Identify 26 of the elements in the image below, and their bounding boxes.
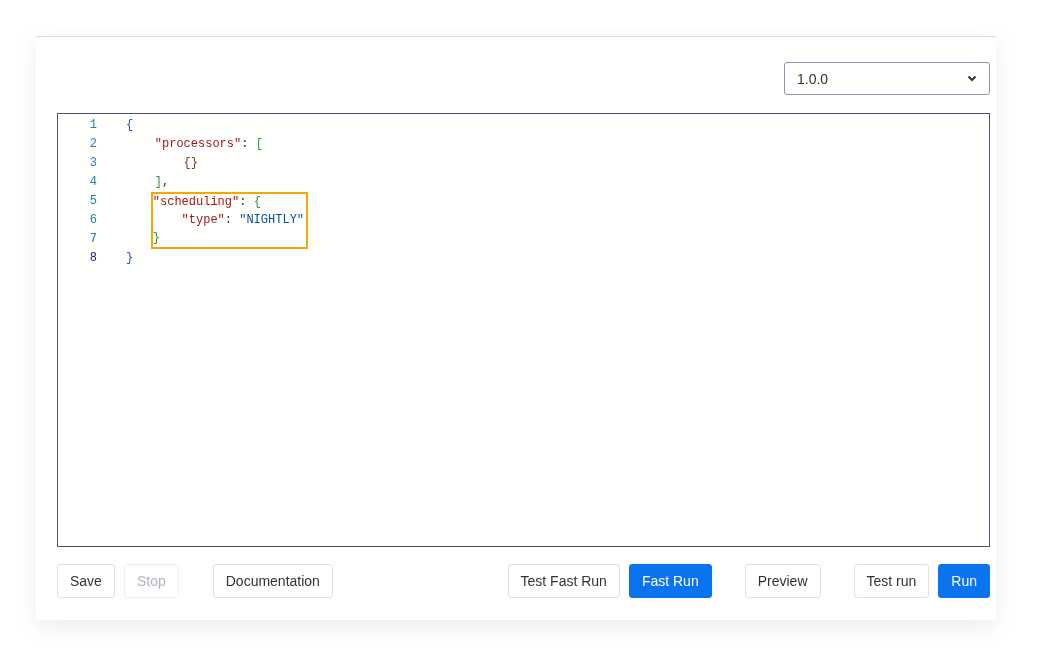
version-select[interactable]: 1.0.0 bbox=[784, 62, 990, 95]
action-button[interactable]: Save bbox=[57, 564, 115, 598]
code-line: } bbox=[150, 230, 308, 249]
chevron-down-icon bbox=[967, 75, 977, 82]
line-number: 5 bbox=[88, 193, 97, 210]
action-button[interactable]: Test run bbox=[853, 564, 930, 598]
action-button[interactable]: Preview bbox=[744, 564, 821, 598]
action-button[interactable]: Test Fast Run bbox=[507, 564, 620, 598]
action-button[interactable]: Run bbox=[938, 564, 990, 598]
code-line: } bbox=[125, 250, 135, 267]
line-number: 3 bbox=[88, 155, 97, 172]
line-number: 4 bbox=[88, 174, 97, 191]
line-number: 2 bbox=[88, 136, 97, 153]
line-number: 7 bbox=[88, 231, 97, 248]
line-number: 8 bbox=[88, 250, 97, 267]
code-line: "scheduling": { bbox=[150, 192, 308, 211]
action-button[interactable]: Documentation bbox=[212, 564, 333, 598]
code-line: "type": "NIGHTLY" bbox=[150, 211, 308, 230]
code-line: "processors": [ bbox=[153, 136, 264, 153]
line-number: 6 bbox=[88, 212, 97, 229]
code-editor[interactable]: 1 { 2 "processors": [ 3 {} 4 ], 5 "scheduling": { 6 "type": "NIGHTLY" 7 } 8 } bbox=[57, 113, 990, 547]
code-line: {} bbox=[182, 155, 199, 172]
code-line: { bbox=[125, 117, 135, 134]
line-number: 1 bbox=[88, 117, 97, 134]
action-button[interactable]: Fast Run bbox=[628, 564, 712, 598]
code-line: ], bbox=[153, 174, 171, 191]
